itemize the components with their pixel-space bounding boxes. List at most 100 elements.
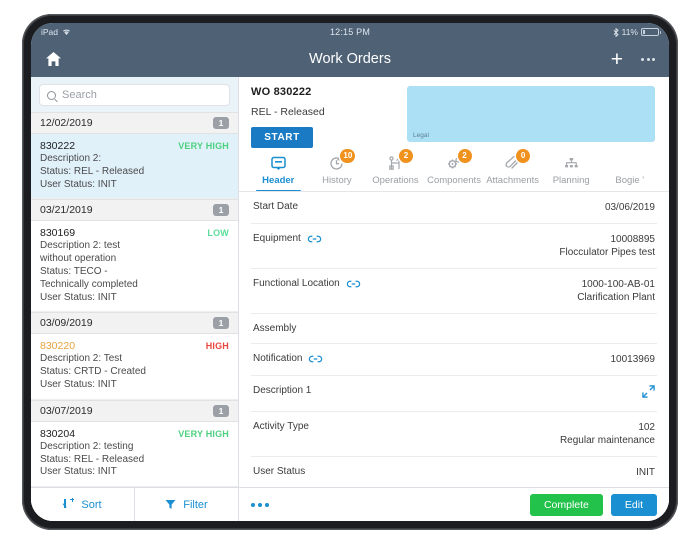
start-button[interactable]: START — [251, 127, 313, 148]
list-item-id: 830220 — [40, 340, 76, 353]
work-order-list-item[interactable]: 830220 Description 2: Test Status: CRTD - … — [31, 334, 238, 400]
list-item-detail-line: Description 2: testing — [40, 440, 134, 452]
map-preview[interactable]: Legal — [407, 86, 655, 142]
field-label-group: Assembly — [253, 323, 296, 334]
list-item-id: 830222 — [40, 140, 76, 152]
map-legal-label[interactable]: Legal — [413, 132, 429, 139]
work-order-list-panel: Search 12/02/2019 1 830222 Description 2: St… — [31, 77, 239, 521]
search-placeholder: Search — [62, 89, 97, 101]
tab-history[interactable]: 10 History — [308, 149, 367, 191]
priority-label: VERY HIGH — [178, 141, 229, 151]
search-input[interactable]: Search — [39, 84, 230, 106]
list-item-content: 830204 Description 2: testing Status: REL … — [40, 428, 174, 479]
edit-button[interactable]: Edit — [610, 493, 657, 516]
list-toolbar: Sort Filter — [31, 487, 238, 521]
link-icon[interactable] — [308, 355, 323, 363]
field-value-group — [642, 385, 655, 402]
field-value: 1000-100-AB-01 — [581, 279, 655, 290]
field-label-group: Description 1 — [253, 385, 311, 396]
link-icon[interactable] — [307, 235, 322, 243]
tab-count-badge: 2 — [457, 149, 472, 163]
tab-components[interactable]: 2 Components — [425, 149, 484, 191]
field-label-group: Notification — [253, 353, 323, 364]
list-item-detail-line: Description 2: test — [40, 240, 121, 252]
detail-field-row: User Status INIT — [251, 457, 657, 487]
filter-button[interactable]: Filter — [134, 488, 238, 521]
battery-icon — [641, 28, 661, 36]
field-value: 03/06/2019 — [604, 202, 655, 213]
tab-header[interactable]: Header — [249, 154, 308, 191]
bluetooth-icon — [613, 27, 619, 37]
work-order-list-item[interactable]: 830204 Description 2: testing Status: REL … — [31, 421, 238, 487]
list-item-detail-line: Status: CRTD - Created — [40, 366, 146, 378]
link-icon[interactable] — [346, 280, 361, 288]
list-item-detail-line: User Status: INIT — [40, 466, 117, 478]
work-order-list[interactable]: 12/02/2019 1 830222 Description 2: Status: R… — [31, 112, 238, 487]
field-label-group: Equipment — [253, 233, 322, 244]
group-date-label: 03/21/2019 — [40, 204, 93, 217]
field-value-group: 10013969 — [611, 353, 656, 366]
field-value-group: INIT — [636, 466, 655, 479]
work-order-list-item[interactable]: 830169 Description 2: test without operati… — [31, 221, 238, 313]
tab-operations[interactable]: 2 Operations — [366, 149, 425, 191]
ipad-device-frame: iPad 12:15 PM 11% Work Orders + Search 1… — [22, 14, 678, 530]
field-value-subtext: Regular maintenance — [559, 435, 655, 446]
detail-field-row: Equipment 10008895 Flocculator Pipes test — [251, 224, 657, 269]
tab-label: Attachments — [486, 175, 539, 186]
expand-icon[interactable] — [642, 385, 655, 398]
search-icon — [47, 90, 56, 100]
tab-count-badge: 10 — [340, 149, 356, 163]
field-label-group: User Status — [253, 466, 305, 477]
detail-header-left: WO 830222 REL - Released START — [251, 86, 401, 148]
sort-label: Sort — [81, 498, 102, 511]
group-date-label: 03/07/2019 — [40, 404, 93, 417]
home-icon[interactable] — [45, 51, 62, 67]
tab-label: Components — [427, 175, 481, 186]
field-label: User Status — [253, 466, 306, 477]
hierarchy-icon — [542, 154, 601, 172]
field-value-group: 102 Regular maintenance — [560, 421, 655, 447]
tab-attachments[interactable]: 0 Attachments — [483, 149, 542, 191]
field-label-group: Activity Type — [253, 421, 309, 432]
detail-field-row: Functional Location 1000-100-AB-01 Clarifi… — [251, 269, 657, 314]
page-title: Work Orders — [309, 51, 391, 67]
header-actions: + — [611, 49, 655, 70]
detail-header: WO 830222 REL - Released START Legal — [239, 77, 669, 148]
field-label: Activity Type — [253, 421, 309, 432]
sort-button[interactable]: Sort — [31, 488, 134, 521]
list-item-detail-line: Description 2: — [40, 153, 102, 164]
group-count-badge: 1 — [213, 117, 229, 129]
detail-field-row: Description 1 — [251, 376, 657, 412]
list-date-group-header: 12/02/2019 1 — [31, 112, 238, 134]
complete-button[interactable]: Complete — [529, 493, 603, 516]
add-work-order-button[interactable]: + — [611, 49, 623, 70]
field-value: 10008895 — [610, 234, 656, 245]
sort-icon — [63, 497, 75, 510]
field-label: Assembly — [253, 323, 297, 334]
priority-label: VERY HIGH — [178, 428, 229, 439]
ios-status-bar: iPad 12:15 PM 11% — [31, 23, 669, 41]
work-order-list-item[interactable]: 830222 Description 2: Status: REL - Releas… — [31, 134, 238, 200]
tab-count-badge: 2 — [398, 149, 413, 163]
tab-label: Operations — [372, 175, 419, 186]
tab-label: Planning — [552, 175, 590, 186]
header-overflow-menu-icon[interactable] — [641, 57, 655, 61]
detail-field-row: Notification 10013969 — [251, 344, 657, 376]
gears-icon: 2 — [425, 149, 484, 172]
detail-action-bar: Complete Edit — [239, 487, 669, 521]
tab-bogie[interactable]: Bogie ' — [600, 154, 659, 191]
operations-icon: 2 — [366, 149, 425, 172]
list-item-detail-line: without operation — [40, 253, 117, 265]
list-item-content: 830222 Description 2: Status: REL - Releas… — [40, 140, 174, 191]
work-order-detail-panel: WO 830222 REL - Released START Legal Hea… — [239, 77, 669, 521]
detail-overflow-menu-icon[interactable] — [251, 502, 269, 507]
list-item-detail-line: User Status: INIT — [40, 291, 117, 303]
battery-percent-label: 11% — [621, 27, 638, 37]
field-value: 102 — [638, 422, 655, 433]
tab-planning[interactable]: Planning — [542, 154, 601, 191]
list-item-id: 830204 — [40, 427, 76, 440]
field-label: Description 1 — [253, 385, 312, 396]
field-label-group: Functional Location — [253, 278, 361, 289]
list-item-detail-line: Status: REL - Released — [40, 165, 145, 177]
priority-label: HIGH — [205, 341, 229, 352]
